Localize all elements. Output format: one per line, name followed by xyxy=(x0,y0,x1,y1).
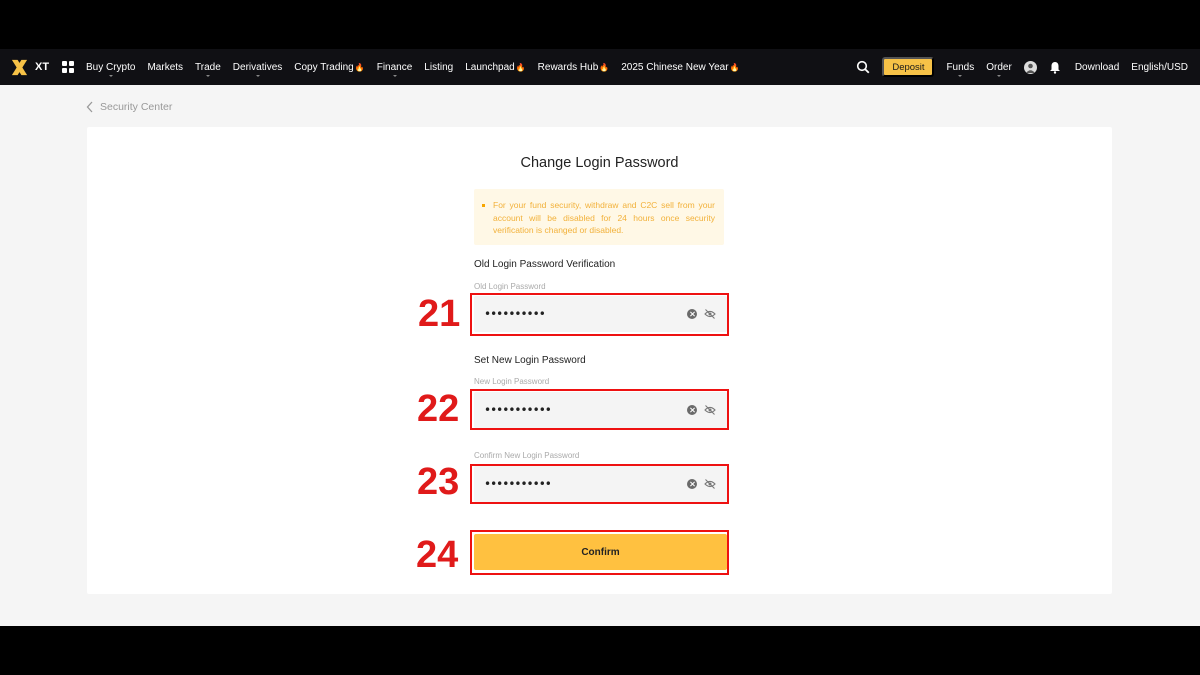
nav-item-label: Markets xyxy=(147,61,184,73)
logo-text: XT xyxy=(35,61,50,73)
breadcrumb[interactable]: Security Center xyxy=(86,101,172,113)
video-frame: XT Buy Crypto Markets Trade Derivatives Copy… xyxy=(0,0,1200,675)
bell-icon[interactable] xyxy=(1049,61,1061,74)
annotation-box-23 xyxy=(470,464,729,504)
nav-item-label: Derivatives xyxy=(232,61,283,73)
new-password-label: New Login Password xyxy=(474,377,550,386)
flame-icon: 🔥 xyxy=(515,62,526,72)
old-password-section-title: Old Login Password Verification xyxy=(474,259,616,270)
apps-grid-icon[interactable] xyxy=(62,61,74,73)
nav-item-markets[interactable]: Markets xyxy=(147,62,183,73)
nav-item-label: Listing xyxy=(424,61,454,73)
annotation-number-23: 23 xyxy=(417,461,460,503)
flame-icon: 🔥 xyxy=(599,62,610,72)
confirm-password-label: Confirm New Login Password xyxy=(474,451,580,460)
annotation-number-21: 21 xyxy=(418,293,461,335)
nav-item-trade[interactable]: Trade xyxy=(195,61,221,77)
nav-item-label: Launchpad xyxy=(465,61,515,73)
nav-menu: Buy Crypto Markets Trade Derivatives Copy Tr… xyxy=(86,61,752,77)
notice-text: For your fund security, withdraw and C2C… xyxy=(493,200,715,235)
xt-logo-icon xyxy=(11,59,28,75)
nav-download[interactable]: Download xyxy=(1075,62,1119,73)
nav-item-label: Trade xyxy=(195,61,221,73)
chevron-left-icon[interactable] xyxy=(86,101,94,113)
annotation-number-22: 22 xyxy=(417,388,460,430)
chevron-down-icon xyxy=(958,74,963,77)
chevron-down-icon xyxy=(255,74,260,77)
search-icon[interactable] xyxy=(856,60,870,74)
annotation-box-24 xyxy=(470,530,729,575)
security-notice: For your fund security, withdraw and C2C… xyxy=(474,189,724,245)
nav-item-rewards-hub[interactable]: Rewards Hub🔥 xyxy=(538,62,610,73)
annotation-box-22 xyxy=(470,389,729,430)
change-password-card: Change Login Password For your fund secu… xyxy=(87,127,1112,594)
nav-item-finance[interactable]: Finance xyxy=(376,61,413,77)
annotation-box-21 xyxy=(470,293,729,336)
nav-item-listing[interactable]: Listing xyxy=(424,62,453,73)
chevron-down-icon xyxy=(392,74,397,77)
chevron-down-icon xyxy=(205,74,210,77)
flame-icon: 🔥 xyxy=(354,62,365,72)
nav-item-label: Copy Trading xyxy=(294,61,354,73)
nav-item-copy-trading[interactable]: Copy Trading🔥 xyxy=(294,62,364,73)
chevron-down-icon xyxy=(997,74,1002,77)
nav-funds-label: Funds xyxy=(946,61,975,73)
nav-funds[interactable]: Funds xyxy=(946,61,975,77)
nav-item-derivatives[interactable]: Derivatives xyxy=(232,61,283,77)
nav-item-label: 2025 Chinese New Year xyxy=(621,61,729,73)
nav-order[interactable]: Order xyxy=(986,61,1012,77)
notice-bullet-icon xyxy=(482,204,485,207)
top-nav: XT Buy Crypto Markets Trade Derivatives Copy… xyxy=(0,49,1200,85)
nav-item-2025-chinese-new-year[interactable]: 2025 Chinese New Year🔥 xyxy=(621,62,739,73)
browser-viewport: XT Buy Crypto Markets Trade Derivatives Copy… xyxy=(0,49,1200,626)
chevron-down-icon xyxy=(108,74,113,77)
annotation-number-24: 24 xyxy=(416,534,459,576)
new-password-section-title: Set New Login Password xyxy=(474,355,586,366)
page-title: Change Login Password xyxy=(520,155,679,171)
nav-language[interactable]: English/USD xyxy=(1131,62,1188,73)
flame-icon: 🔥 xyxy=(729,62,740,72)
xt-logo[interactable]: XT xyxy=(10,58,56,77)
nav-item-label: Finance xyxy=(376,61,413,73)
nav-right: Deposit Funds Order Download English/USD xyxy=(856,49,1200,85)
user-avatar-icon[interactable] xyxy=(1023,60,1037,74)
nav-item-launchpad[interactable]: Launchpad🔥 xyxy=(465,62,525,73)
deposit-button[interactable]: Deposit xyxy=(882,57,935,77)
old-password-label: Old Login Password xyxy=(474,282,546,291)
nav-item-label: Buy Crypto xyxy=(86,61,136,73)
nav-item-label: Rewards Hub xyxy=(537,61,599,73)
nav-item-buy-crypto[interactable]: Buy Crypto xyxy=(86,61,136,77)
nav-order-label: Order xyxy=(986,61,1012,73)
breadcrumb-label[interactable]: Security Center xyxy=(100,101,172,113)
